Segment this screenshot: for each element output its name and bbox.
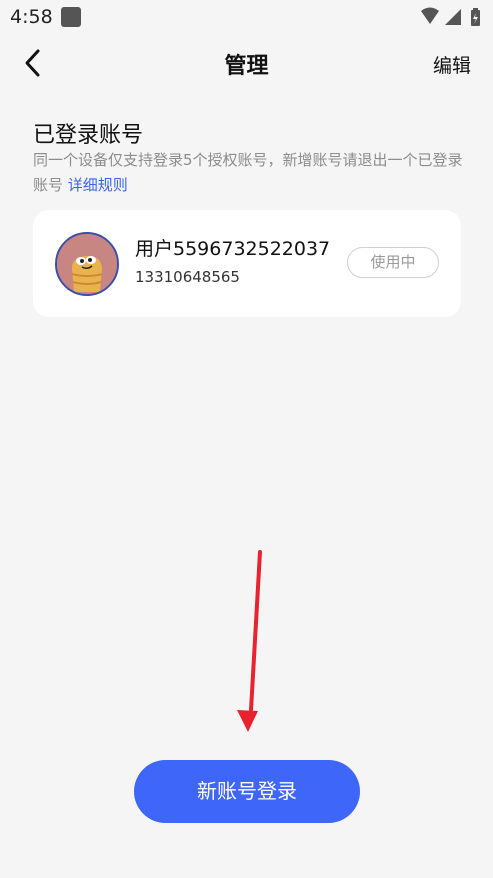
avatar-image [57, 234, 117, 294]
account-username: 用户5596732522037 [135, 238, 331, 260]
rules-link[interactable]: 详细规则 [68, 176, 128, 194]
app-notification-icon [61, 7, 81, 27]
status-bar: 4:58 [0, 0, 493, 34]
account-card[interactable]: 用户5596732522037 13310648565 使用中 [33, 210, 461, 317]
section-description: 同一个设备仅支持登录5个授权账号，新增账号请退出一个已登录账号 详细规则 [33, 148, 463, 198]
status-icons [419, 6, 485, 32]
avatar [55, 232, 119, 296]
status-badge: 使用中 [347, 247, 439, 278]
signal-icon [445, 9, 461, 25]
status-time: 4:58 [10, 6, 53, 28]
account-phone: 13310648565 [135, 268, 240, 286]
section-title: 已登录账号 [33, 123, 144, 148]
annotation-arrow-icon [237, 550, 262, 732]
battery-icon [471, 8, 480, 26]
edit-button[interactable]: 编辑 [433, 51, 471, 78]
page-title: 管理 [224, 54, 269, 79]
new-account-login-button[interactable]: 新账号登录 [134, 760, 360, 823]
wifi-icon [421, 7, 439, 24]
